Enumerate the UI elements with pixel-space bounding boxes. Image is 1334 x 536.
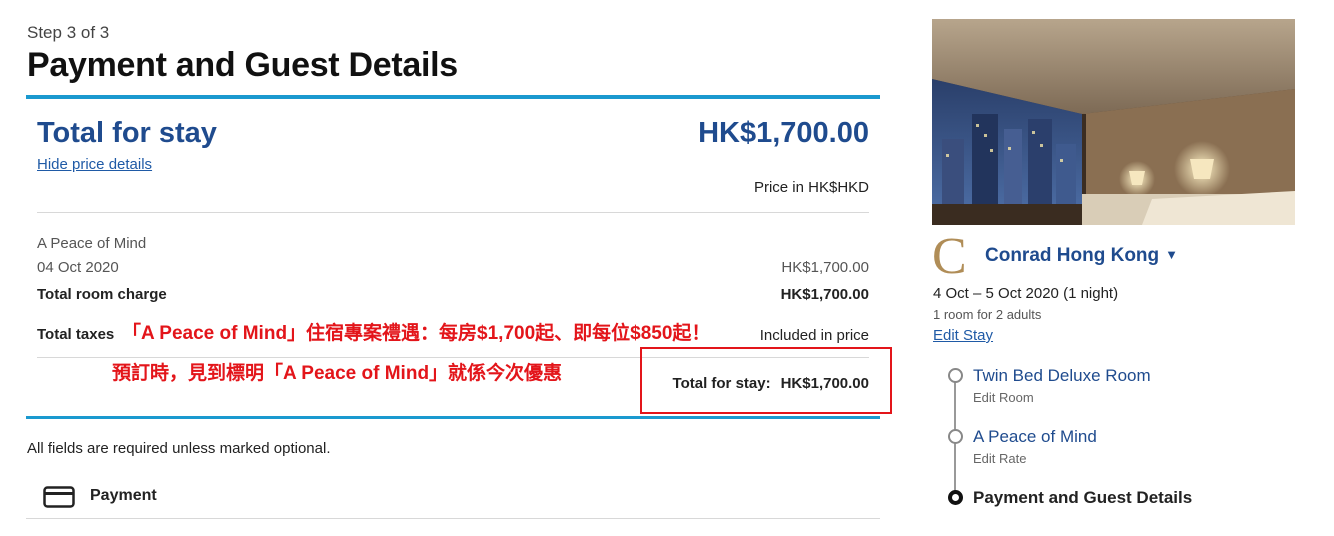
caret-down-icon: ▼ xyxy=(1165,247,1179,262)
edit-rate-link[interactable]: Edit Rate xyxy=(973,451,1026,466)
edit-stay-link[interactable]: Edit Stay xyxy=(933,327,993,344)
hotel-room-photo xyxy=(932,19,1295,225)
taxes-value: Included in price xyxy=(759,327,869,344)
divider xyxy=(37,212,869,213)
payment-section-label[interactable]: Payment xyxy=(90,487,157,505)
conrad-logo: C xyxy=(932,228,967,280)
promo-annotation-line2: 預訂時，見到標明「A Peace of Mind」就係今次優惠 xyxy=(112,363,563,384)
step-room[interactable]: Twin Bed Deluxe Room xyxy=(973,366,1151,386)
promo-annotation-line1: 「A Peace of Mind」住宿專案禮遇：每房$1,700起、即每位$85… xyxy=(122,323,711,344)
highlight-box xyxy=(640,347,892,414)
hotel-name-dropdown[interactable]: Conrad Hong Kong ▼ xyxy=(985,245,1178,267)
hide-price-details-link[interactable]: Hide price details xyxy=(37,156,152,173)
credit-card-icon xyxy=(43,486,75,508)
night-date: 04 Oct 2020 xyxy=(37,259,119,276)
currency-note: Price in HK$HKD xyxy=(753,179,869,196)
step-indicator: Step 3 of 3 xyxy=(27,23,110,42)
page-title: Payment and Guest Details xyxy=(27,46,458,84)
step-dot-icon xyxy=(948,368,963,383)
stay-dates: 4 Oct – 5 Oct 2020 (1 night) xyxy=(933,285,1119,302)
current-step-dot-icon xyxy=(948,490,963,505)
rate-name: A Peace of Mind xyxy=(37,235,147,252)
room-charge-label: Total room charge xyxy=(37,286,167,303)
step-rate[interactable]: A Peace of Mind xyxy=(973,427,1097,447)
step-dot-icon xyxy=(948,429,963,444)
required-fields-note: All fields are required unless marked op… xyxy=(27,440,331,457)
room-charge-amount: HK$1,700.00 xyxy=(780,286,869,303)
total-for-stay-title: Total for stay xyxy=(37,117,217,149)
step-payment-current: Payment and Guest Details xyxy=(973,488,1193,507)
hotel-name: Conrad Hong Kong xyxy=(985,245,1160,266)
svg-text:C: C xyxy=(932,228,967,280)
total-amount: HK$1,700.00 xyxy=(698,117,869,149)
room-guests: 1 room for 2 adults xyxy=(933,307,1042,322)
taxes-label: Total taxes xyxy=(37,326,115,343)
night-amount: HK$1,700.00 xyxy=(781,259,869,276)
edit-room-link[interactable]: Edit Room xyxy=(973,390,1034,405)
divider xyxy=(26,518,880,519)
